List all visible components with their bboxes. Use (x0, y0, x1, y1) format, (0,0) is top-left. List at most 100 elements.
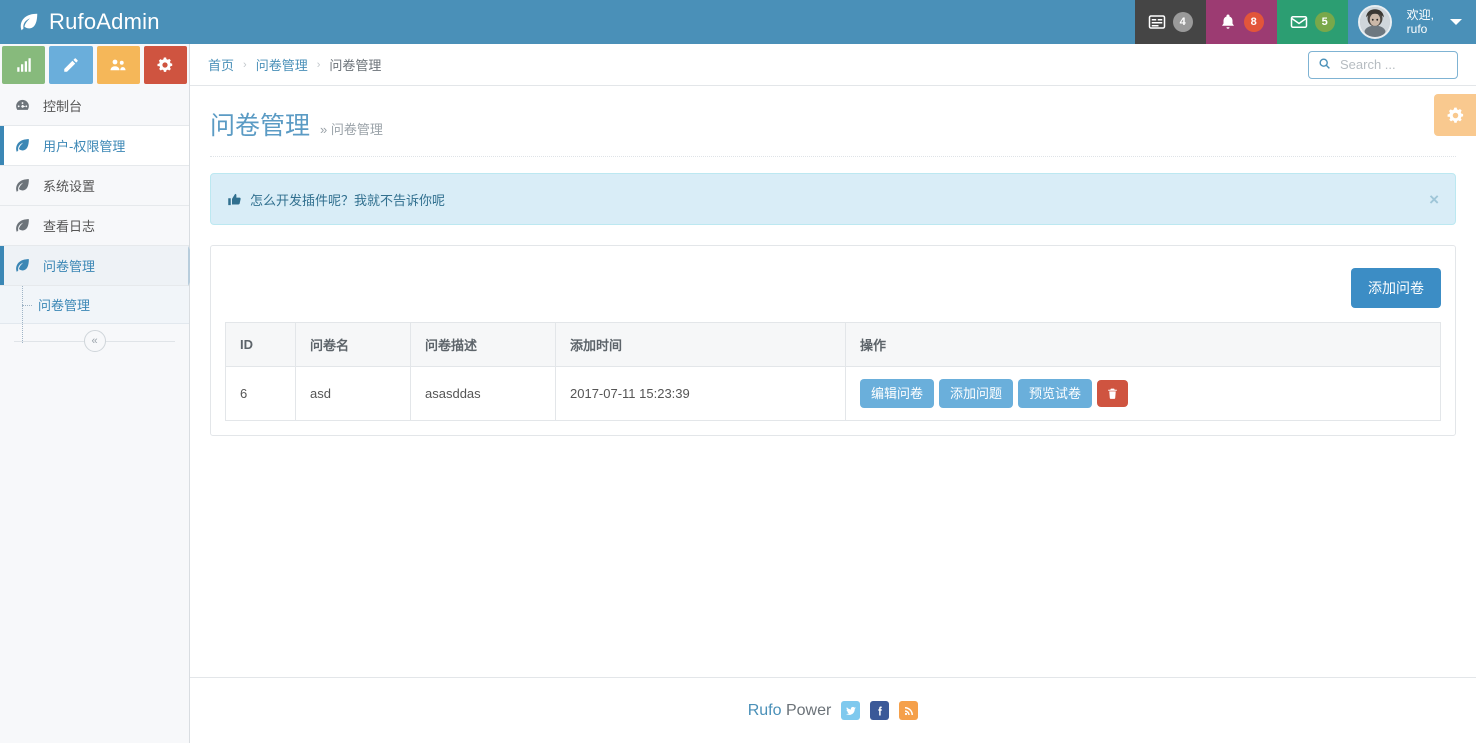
thumbs-up-icon (227, 192, 242, 207)
breadcrumb-separator: › (243, 58, 247, 71)
bar-chart-icon (16, 58, 31, 72)
column-header-description: 问卷描述 (410, 322, 556, 367)
brand-title: RufoAdmin (49, 9, 160, 34)
user-greeting: 欢迎, (1406, 8, 1434, 22)
column-header-id: ID (225, 322, 296, 367)
user-menu[interactable]: 欢迎, rufo (1347, 0, 1476, 44)
breadcrumb-separator: › (316, 58, 321, 71)
search-input[interactable] (1338, 56, 1448, 73)
user-greeting-block: 欢迎, rufo (1407, 8, 1434, 36)
page-title-row: 问卷管理 » 问卷管理 (210, 106, 1456, 142)
close-icon[interactable]: × (1429, 191, 1439, 208)
tasks-badge: 4 (1172, 12, 1193, 32)
cell-actions: 编辑问卷 添加问题 预览试卷 (845, 366, 1441, 421)
delete-button[interactable] (1097, 380, 1129, 407)
table-body: 6 asd asasddas 2017-07-11 15:23:39 编辑问卷 … (225, 366, 1441, 421)
sidebar-item-label: 系统设置 (43, 179, 96, 194)
search-icon (1318, 57, 1331, 73)
row-action-group: 编辑问卷 添加问题 预览试卷 (860, 379, 1426, 408)
facebook-icon (878, 706, 882, 715)
page-subtitle: » 问卷管理 (320, 122, 383, 137)
leaf-icon (14, 137, 31, 154)
users-tile[interactable] (96, 46, 140, 84)
leaf-icon (14, 257, 31, 274)
add-question-button[interactable]: 添加问题 (939, 379, 1014, 408)
footer-brand-secondary: Power (785, 701, 832, 719)
breadcrumb-bar: 首页 › 问卷管理 › 问卷管理 (190, 44, 1476, 86)
title-divider (210, 156, 1456, 157)
gear-icon (1447, 107, 1463, 123)
breadcrumb-item-current: 问卷管理 (329, 58, 382, 73)
leaf-icon (14, 177, 31, 194)
page-title: 问卷管理 (210, 112, 311, 140)
header-spacer (190, 0, 1135, 44)
leaf-icon (18, 11, 40, 33)
user-avatar (1357, 5, 1392, 39)
brand-logo[interactable]: RufoAdmin (0, 0, 190, 44)
top-header: RufoAdmin 4 8 5 欢迎, rufo (0, 0, 1476, 44)
sidebar-item-system-settings[interactable]: 系统设置 (0, 166, 189, 206)
cell-created: 2017-07-11 15:23:39 (555, 366, 846, 421)
facebook-link[interactable] (870, 701, 890, 720)
bell-icon (1219, 13, 1237, 31)
chevron-down-icon (1450, 19, 1462, 25)
pencil-icon (64, 58, 78, 72)
search-box[interactable] (1308, 50, 1458, 79)
rss-icon (904, 706, 913, 715)
sidebar-item-label: 问卷管理 (43, 259, 96, 274)
sidebar-item-dashboard[interactable]: 控制台 (0, 86, 189, 126)
dashboard-icon (14, 97, 31, 114)
settings-tile[interactable] (143, 46, 187, 84)
cell-description: asasddas (410, 366, 556, 421)
sidebar: 控制台 用户-权限管理 系统设置 查看日志 问卷管理 问卷管理 « (0, 44, 199, 743)
quick-tiles (0, 44, 189, 86)
footer: Rufo Power (190, 677, 1476, 743)
chevron-double-left-icon[interactable]: « (83, 330, 106, 352)
sidebar-item-questionnaire[interactable]: 问卷管理 (0, 245, 199, 286)
edit-questionnaire-button[interactable]: 编辑问卷 (860, 379, 935, 408)
column-header-created: 添加时间 (555, 322, 846, 367)
twitter-link[interactable] (841, 701, 861, 720)
table-row: 6 asd asasddas 2017-07-11 15:23:39 编辑问卷 … (225, 366, 1441, 421)
footer-brand-primary: Rufo (747, 701, 782, 719)
edit-tile[interactable] (49, 46, 93, 84)
messages-menu[interactable]: 5 (1276, 0, 1348, 44)
sidebar-item-view-logs[interactable]: 查看日志 (0, 206, 189, 246)
preview-paper-button[interactable]: 预览试卷 (1018, 379, 1093, 408)
panel-toolbar: 添加问卷 (225, 260, 1441, 322)
column-header-actions: 操作 (845, 322, 1441, 367)
main-content: 问卷管理 » 问卷管理 怎么开发插件呢？我就不告诉你呢 × 添加问卷 ID 问卷… (190, 86, 1476, 677)
table-header-row: ID 问卷名 问卷描述 添加时间 操作 (225, 322, 1441, 367)
sidebar-nav: 控制台 用户-权限管理 系统设置 查看日志 问卷管理 (0, 86, 199, 286)
tasks-icon (1148, 13, 1166, 31)
alert-text: 怎么开发插件呢？我就不告诉你呢 (250, 192, 446, 208)
admin-page: RufoAdmin 4 8 5 欢迎, rufo 控制台 用户-权限管理 系统设… (0, 0, 1476, 743)
page-header: 问卷管理 » 问卷管理 (190, 86, 1476, 142)
sidebar-subitem-questionnaire[interactable]: 问卷管理 (0, 286, 189, 343)
breadcrumb: 首页 › 问卷管理 › 问卷管理 (208, 55, 381, 74)
sidebar-subitem-label: 问卷管理 (38, 298, 91, 313)
sidebar-item-label: 用户-权限管理 (43, 139, 126, 154)
twitter-icon (845, 706, 856, 715)
cogs-icon (157, 57, 173, 72)
add-questionnaire-button[interactable]: 添加问卷 (1351, 268, 1441, 308)
sidebar-subnav: 问卷管理 (0, 286, 189, 343)
sidebar-item-label: 控制台 (43, 99, 83, 114)
footer-brand: Rufo Power (748, 702, 832, 720)
sidebar-item-user-permission[interactable]: 用户-权限管理 (0, 126, 189, 166)
messages-badge: 5 (1314, 12, 1335, 32)
tasks-menu[interactable]: 4 (1134, 0, 1206, 44)
questionnaire-table: ID 问卷名 问卷描述 添加时间 操作 6 asd asasddas 2017-… (225, 322, 1441, 421)
users-icon (110, 59, 126, 71)
sidebar-collapse-row: « (0, 324, 189, 358)
envelope-icon (1290, 13, 1308, 31)
settings-panel-toggle[interactable] (1434, 94, 1476, 136)
notifications-menu[interactable]: 8 (1205, 0, 1277, 44)
rss-link[interactable] (899, 701, 919, 720)
chart-tile[interactable] (2, 46, 46, 84)
sidebar-item-label: 查看日志 (43, 219, 96, 234)
breadcrumb-item-home[interactable]: 首页 (208, 55, 234, 74)
questionnaire-panel: 添加问卷 ID 问卷名 问卷描述 添加时间 操作 6 asd asasddas … (210, 245, 1456, 436)
info-alert: 怎么开发插件呢？我就不告诉你呢 × (210, 173, 1456, 225)
breadcrumb-item-questionnaire[interactable]: 问卷管理 (256, 55, 308, 74)
